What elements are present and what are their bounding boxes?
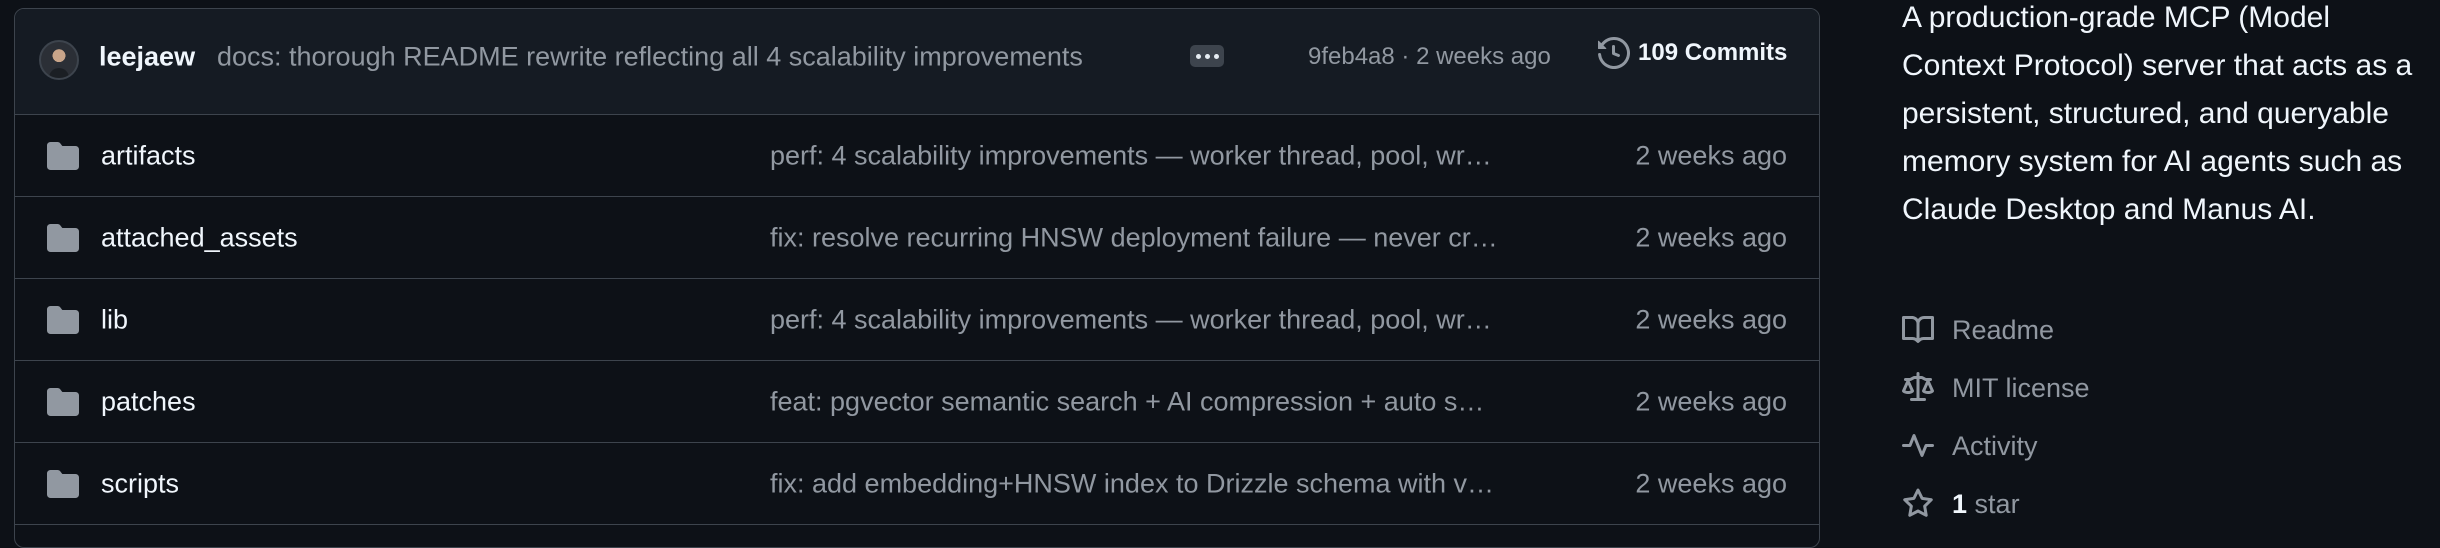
folder-icon	[47, 224, 79, 252]
folder-icon	[47, 470, 79, 498]
stars-label: star	[1974, 488, 2020, 519]
license-label: MIT license	[1952, 372, 2090, 403]
file-commit-message-link[interactable]: fix: resolve recurring HNSW deployment f…	[770, 223, 1510, 254]
file-row[interactable]: patches feat: pgvector semantic search +…	[15, 361, 1819, 443]
latest-commit-bar: leejaew docs: thorough README rewrite re…	[15, 9, 1819, 115]
file-commit-time: 2 weeks ago	[1635, 468, 1787, 499]
commit-author-link[interactable]: leejaew	[99, 42, 195, 73]
file-browser: leejaew docs: thorough README rewrite re…	[14, 8, 1820, 548]
file-commit-time: 2 weeks ago	[1635, 222, 1787, 253]
stars-link[interactable]: 1 star	[1902, 488, 2020, 520]
commits-count-label: 109 Commits	[1638, 39, 1788, 66]
file-commit-time: 2 weeks ago	[1635, 386, 1787, 417]
file-name-link[interactable]: lib	[101, 305, 128, 336]
activity-label: Activity	[1952, 430, 2038, 461]
file-name-link[interactable]: scripts	[101, 469, 179, 500]
readme-link[interactable]: Readme	[1902, 314, 2054, 346]
stars-count: 1	[1952, 488, 1968, 519]
activity-link[interactable]: Activity	[1902, 430, 2038, 462]
license-link[interactable]: MIT license	[1902, 372, 2090, 404]
file-commit-message-link[interactable]: fix: add embedding+HNSW index to Drizzle…	[770, 469, 1510, 500]
file-name-link[interactable]: attached_assets	[101, 223, 298, 254]
commits-history-link[interactable]: 109 Commits	[1598, 37, 1787, 69]
kebab-horizontal-icon	[1195, 53, 1201, 59]
scale-icon	[1902, 372, 1934, 401]
author-avatar[interactable]	[39, 40, 79, 80]
folder-icon	[47, 388, 79, 416]
history-icon	[1598, 37, 1630, 69]
book-icon	[1902, 315, 1934, 343]
repo-description: A production-grade MCP (Model Context Pr…	[1902, 1, 2413, 226]
star-icon	[1903, 488, 1933, 517]
pulse-icon	[1902, 434, 1934, 457]
file-row[interactable]: scripts fix: add embedding+HNSW index to…	[15, 443, 1819, 525]
file-name-link[interactable]: artifacts	[101, 141, 196, 172]
file-row[interactable]: lib perf: 4 scalability improvements — w…	[15, 279, 1819, 361]
commit-sha-time[interactable]: 9feb4a8 · 2 weeks ago	[1308, 43, 1551, 71]
file-commit-message-link[interactable]: perf: 4 scalability improvements — worke…	[770, 141, 1510, 172]
file-name-link[interactable]: patches	[101, 387, 196, 418]
file-commit-time: 2 weeks ago	[1635, 304, 1787, 335]
file-row[interactable]: artifacts perf: 4 scalability improvemen…	[15, 115, 1819, 197]
file-commit-message-link[interactable]: feat: pgvector semantic search + AI comp…	[770, 387, 1510, 418]
file-commit-time: 2 weeks ago	[1635, 140, 1787, 171]
folder-icon	[47, 306, 79, 334]
commit-details-toggle-button[interactable]	[1190, 45, 1224, 67]
file-commit-message-link[interactable]: perf: 4 scalability improvements — worke…	[770, 305, 1510, 336]
folder-icon	[47, 142, 79, 170]
latest-commit-message-link[interactable]: docs: thorough README rewrite reflecting…	[217, 42, 1083, 73]
readme-label: Readme	[1952, 314, 2055, 345]
file-row[interactable]: attached_assets fix: resolve recurring H…	[15, 197, 1819, 279]
